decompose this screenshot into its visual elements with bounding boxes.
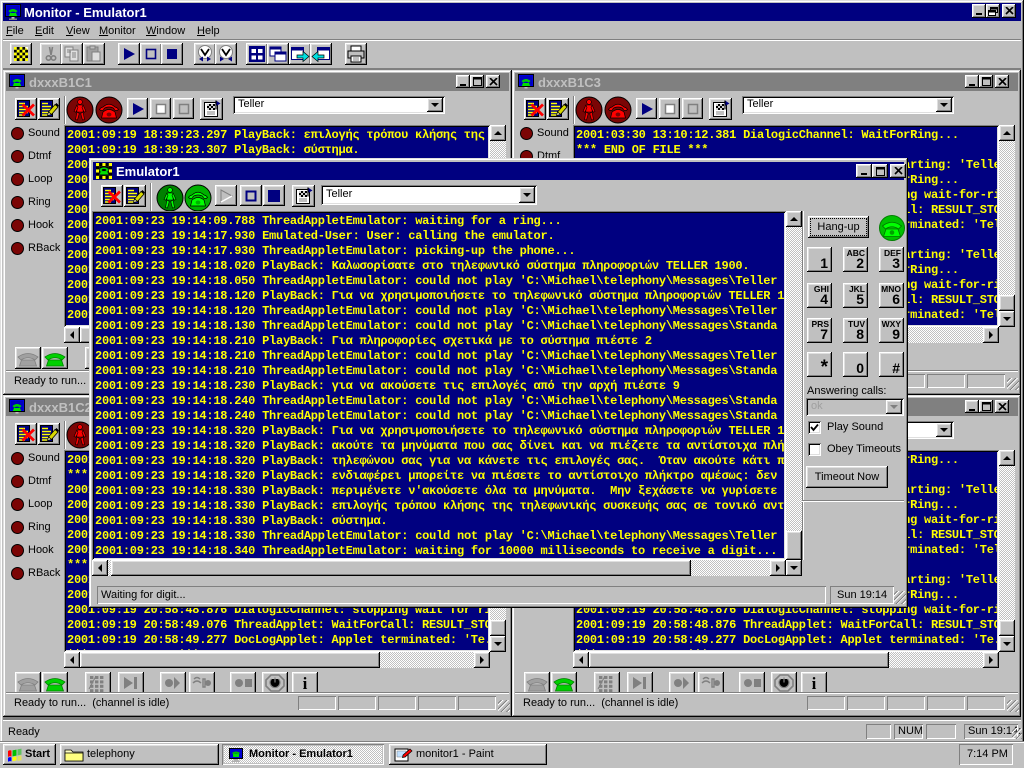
svg-text:i: i [303, 674, 308, 693]
svg-text:i: i [812, 674, 817, 693]
